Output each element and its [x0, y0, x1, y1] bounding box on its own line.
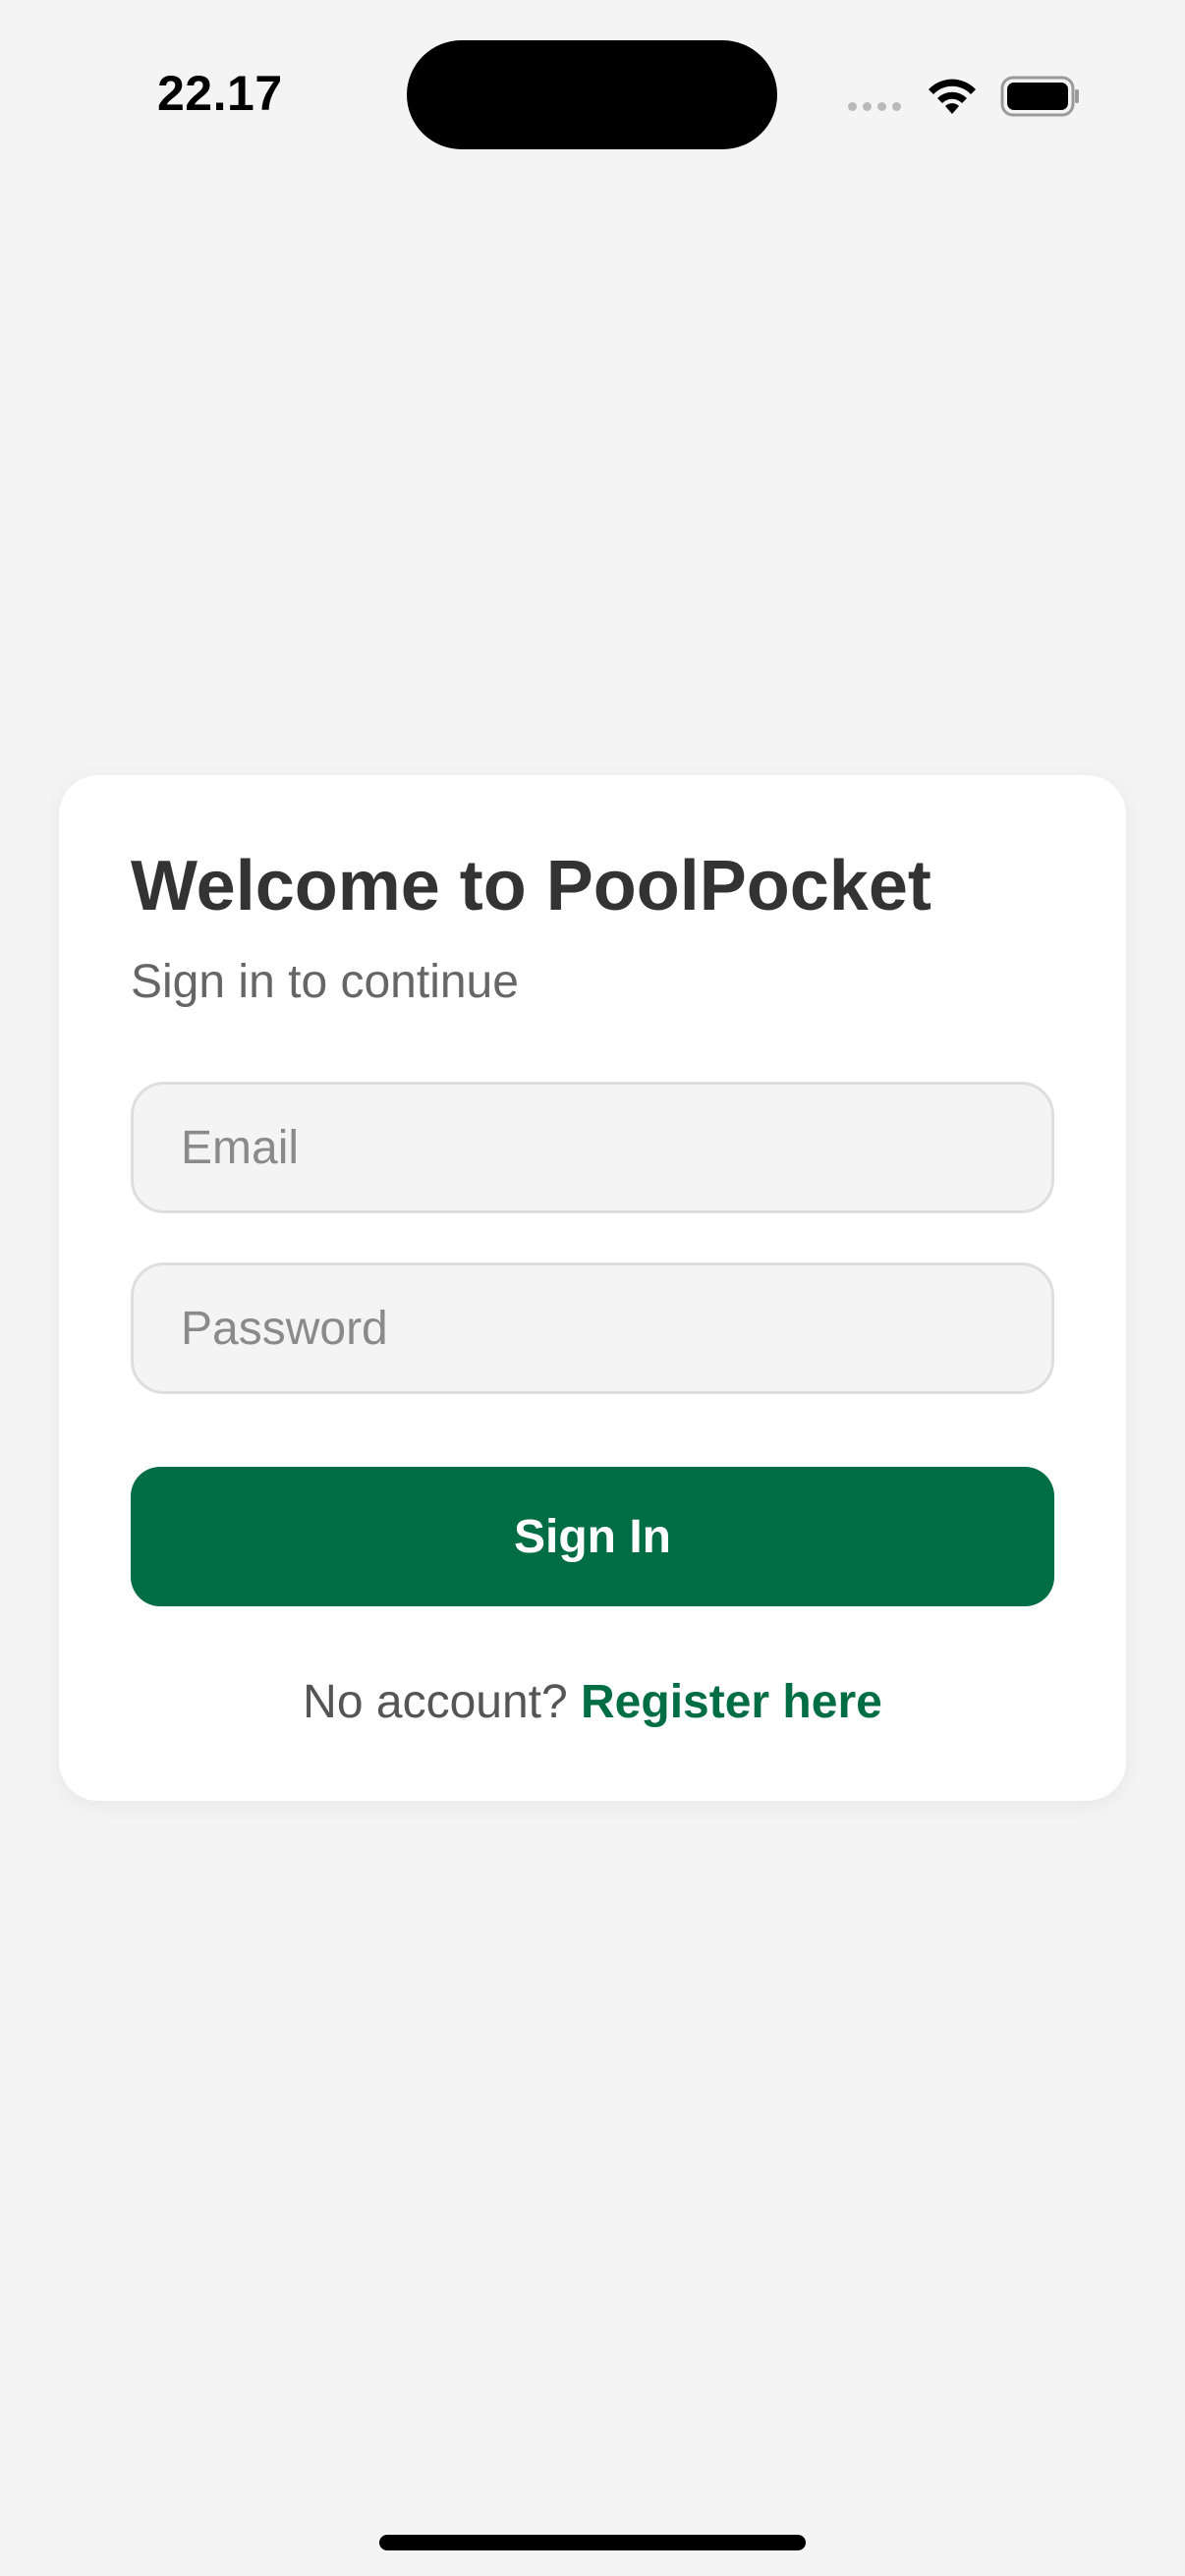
status-time: 22.17: [157, 66, 283, 121]
signal-dots-icon: [848, 102, 901, 111]
register-row: No account? Register here: [59, 1675, 1126, 1729]
page-subtitle: Sign in to continue: [131, 956, 519, 1008]
battery-icon: [1000, 76, 1079, 117]
status-bar: 22.17: [0, 0, 1185, 157]
dynamic-island: [407, 40, 777, 149]
register-prompt: No account?: [303, 1676, 582, 1728]
sign-in-button[interactable]: Sign In: [131, 1467, 1054, 1606]
register-link[interactable]: Register here: [581, 1676, 882, 1728]
login-card: Welcome to PoolPocket Sign in to continu…: [59, 775, 1126, 1801]
password-field[interactable]: [131, 1262, 1054, 1394]
home-indicator[interactable]: [379, 2535, 806, 2550]
wifi-icon: [929, 79, 976, 114]
page-title: Welcome to PoolPocket: [131, 847, 931, 925]
email-field[interactable]: [131, 1082, 1054, 1213]
